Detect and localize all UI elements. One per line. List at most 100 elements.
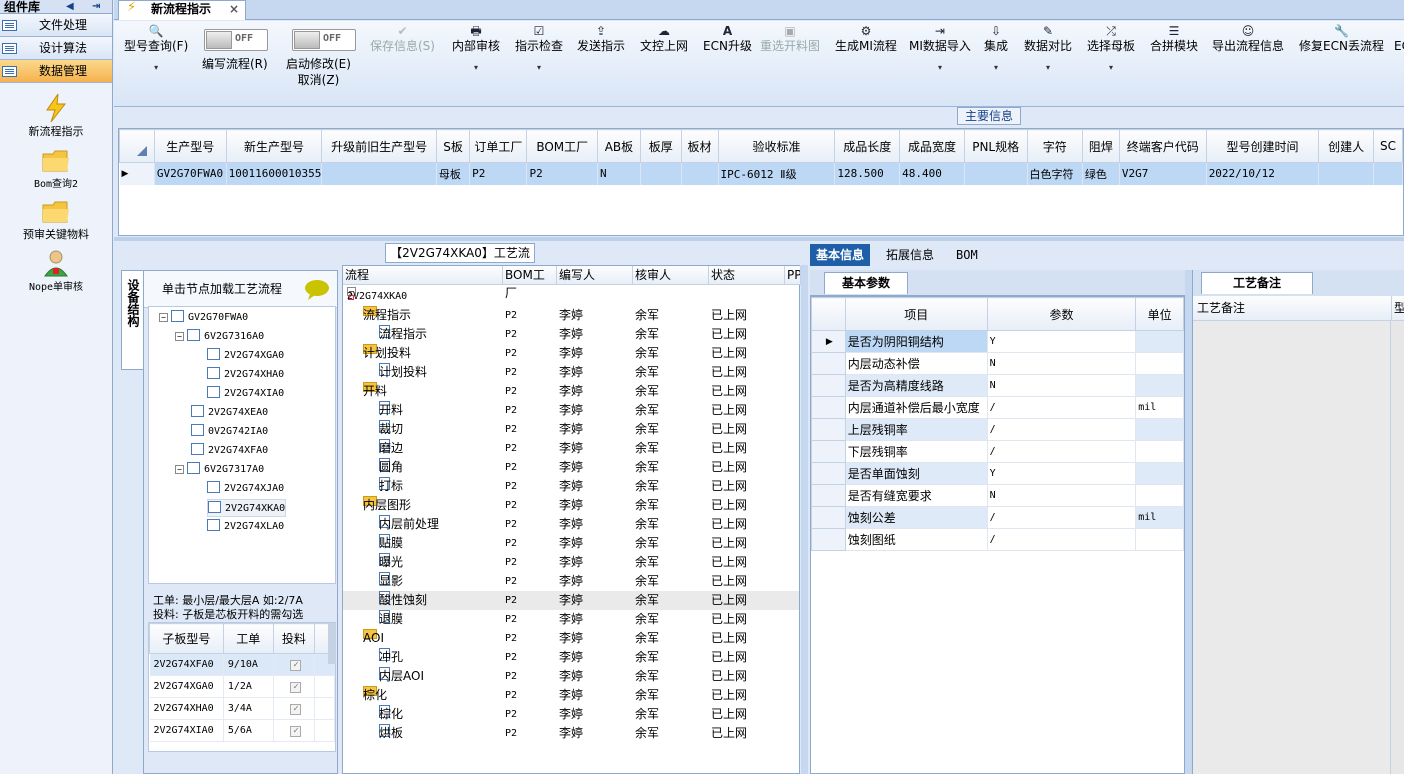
cell[interactable]: 2V2G74XGA0 — [149, 675, 224, 698]
flow-row[interactable]: −内层图形P2李婷余军已上网 — [343, 496, 799, 515]
cell[interactable] — [321, 162, 437, 185]
cell[interactable]: 上层残铜率 — [844, 418, 988, 441]
tab-basic-info[interactable]: 基本信息 — [810, 244, 871, 266]
mi-data-import-button[interactable]: ⇥ MI数据导入 ▾ — [909, 23, 971, 73]
feed-checkbox[interactable]: ✓ — [290, 681, 302, 693]
table-row[interactable]: ▶ GV2G70FWA0 10011600010355 母板 P2 P2 N I… — [119, 162, 1403, 185]
tab-new-flow[interactable]: ⚡ 新流程指示 × — [118, 0, 246, 20]
horizontal-splitter[interactable] — [114, 237, 1404, 241]
flow-row[interactable]: 磨边 P2 李婷 余军 已上网 — [343, 439, 799, 458]
tree-node[interactable]: 2V2G74XFA0 — [191, 442, 268, 460]
flow-row[interactable]: −流程指示P2李婷余军已上网 — [343, 306, 799, 325]
cell[interactable]: 1/2A — [223, 675, 274, 698]
collapse-left-icon[interactable]: ◀ — [66, 0, 74, 14]
flow-row[interactable]: 酸性蚀刻 P2 李婷 余军 已上网 — [343, 591, 799, 610]
flow-row[interactable]: 开料 P2 李婷 余军 已上网 — [343, 401, 799, 420]
cell[interactable] — [1135, 484, 1184, 507]
cell[interactable] — [1135, 352, 1184, 375]
cell[interactable]: 5/6A — [223, 719, 274, 742]
col-header[interactable]: PP — [785, 266, 801, 285]
col-header[interactable]: 阻焊 — [1081, 129, 1120, 163]
cell[interactable]: 白色字符 — [1027, 162, 1083, 185]
flow-row[interactable]: 内层前处理 P2 李婷 余军 已上网 — [343, 515, 799, 534]
cell[interactable]: IPC-6012 Ⅱ级 — [718, 162, 836, 185]
col-header[interactable]: 板厚 — [639, 129, 682, 163]
start-edit-toggle[interactable]: OFF — [292, 29, 356, 51]
cell[interactable]: 2V2G74XFA0 — [149, 653, 224, 676]
cell[interactable]: mil — [1135, 506, 1184, 529]
side-tab-equipment[interactable]: 设备结构 — [121, 270, 143, 370]
col-header[interactable]: 升级前旧生产型号 — [321, 129, 437, 163]
col-header[interactable]: BOM工厂 — [503, 266, 557, 300]
table-row[interactable]: 下层残铜率 / — [811, 440, 1184, 463]
nav-item-new-flow[interactable]: 新流程指示 — [0, 93, 112, 139]
table-row[interactable]: 是否为高精度线路 N — [811, 374, 1184, 397]
col-header[interactable]: 状态 — [709, 266, 785, 285]
cell[interactable]: 母板 — [436, 162, 471, 185]
select-motherboard-button[interactable]: ⤮ 选择母板 ▾ — [1087, 23, 1135, 73]
cell[interactable] — [1135, 528, 1184, 551]
group-design-algorithm[interactable]: 设计算法 — [0, 37, 112, 60]
cell[interactable]: 2022/10/12 — [1206, 162, 1320, 185]
col-header[interactable]: 单位 — [1135, 297, 1184, 331]
cell[interactable] — [1373, 162, 1403, 185]
tree-node[interactable]: 2V2G74XIA0 — [207, 385, 284, 403]
col-header[interactable]: 创建人 — [1318, 129, 1374, 163]
doc-control-online-button[interactable]: ☁ 文控上网 — [640, 23, 688, 53]
col-header[interactable]: 字符 — [1026, 129, 1083, 163]
table-row[interactable]: 蚀刻公差 / mil — [811, 506, 1184, 529]
cell[interactable]: 蚀刻图纸 — [844, 528, 988, 551]
data-compare-button[interactable]: ✎ 数据对比 ▾ — [1024, 23, 1072, 73]
repair-ecn-flow-button[interactable]: 🔧 修复ECN丢流程 — [1299, 23, 1384, 53]
tab-bom[interactable]: BOM — [950, 244, 984, 266]
cell[interactable]: 绿色 — [1082, 162, 1120, 185]
cell[interactable]: P2 — [469, 162, 528, 185]
tab-extended-info[interactable]: 拓展信息 — [880, 244, 940, 266]
table-row[interactable]: 内层动态补偿 N — [811, 352, 1184, 375]
table-row[interactable]: 2V2G74XFA0 9/10A ✓ — [149, 653, 335, 676]
tree-node[interactable]: − 6V2G7316A0 — [175, 328, 264, 346]
nav-item-bom-query[interactable]: Bom查询2 — [0, 145, 112, 190]
flow-row[interactable]: 曝光 P2 李婷 余军 已上网 — [343, 553, 799, 572]
nav-item-pre-review[interactable]: 预审关键物料 — [0, 196, 112, 242]
instruction-check-button[interactable]: ☑ 指示检查 ▾ — [515, 23, 563, 73]
flow-row[interactable]: 内层AOI P2 李婷 余军 已上网 — [343, 667, 799, 686]
col-header[interactable]: 工单 — [222, 623, 274, 654]
col-header[interactable]: 参数 — [986, 297, 1137, 331]
cell[interactable]: 9/10A — [223, 653, 274, 676]
col-header[interactable]: 核审人 — [633, 266, 709, 285]
table-row[interactable]: 2V2G74XHA0 3/4A ✓ — [149, 697, 335, 720]
col-header[interactable]: 成品长度 — [834, 129, 901, 163]
table-row[interactable]: 上层残铜率 / — [811, 418, 1184, 441]
write-flow-toggle[interactable]: OFF — [204, 29, 268, 51]
col-header[interactable]: 订单工厂 — [469, 129, 528, 163]
scrollbar[interactable] — [328, 624, 336, 664]
export-flow-info-button[interactable]: ☺ 导出流程信息 — [1212, 23, 1284, 53]
param-value[interactable]: / — [986, 440, 1137, 463]
table-row[interactable]: 2V2G74XIA0 5/6A ✓ — [149, 719, 335, 742]
cell[interactable] — [1135, 418, 1184, 441]
tree-node[interactable]: 2V2G74XEA0 — [191, 404, 268, 422]
model-query-button[interactable]: 🔍 型号查询(F) ▾ — [124, 23, 188, 73]
param-value[interactable]: N — [986, 484, 1137, 507]
flow-row[interactable]: 计划投料 P2 李婷 余军 已上网 — [343, 363, 799, 382]
collapse-icon[interactable]: − — [159, 313, 168, 322]
tab-process-remark[interactable]: 工艺备注 — [1201, 272, 1313, 294]
cell[interactable]: 是否有缝宽要求 — [844, 484, 988, 507]
collapse-icon[interactable]: − — [175, 465, 184, 474]
send-instruction-button[interactable]: ⇪ 发送指示 — [577, 23, 625, 53]
feed-checkbox[interactable]: ✓ — [290, 725, 302, 737]
reselect-cut-chart-button[interactable]: ▣ 重选开料图 — [760, 23, 820, 53]
tree-node[interactable]: 2V2G74XGA0 — [207, 347, 284, 365]
cell[interactable] — [1135, 330, 1184, 353]
col-header[interactable]: 验收标准 — [717, 129, 836, 163]
flow-row[interactable]: −棕化P2李婷余军已上网 — [343, 686, 799, 705]
col-header[interactable]: 板材 — [680, 129, 719, 163]
tree-node[interactable]: − 6V2G7317A0 — [175, 461, 264, 479]
param-value[interactable]: / — [986, 418, 1137, 441]
tree-node[interactable]: 2V2G74XJA0 — [207, 480, 284, 498]
cell[interactable]: V2G7 — [1119, 162, 1207, 185]
cell[interactable]: 128.500 — [834, 162, 901, 185]
col-header[interactable]: 项目 — [844, 297, 988, 331]
cell[interactable] — [1318, 162, 1374, 185]
